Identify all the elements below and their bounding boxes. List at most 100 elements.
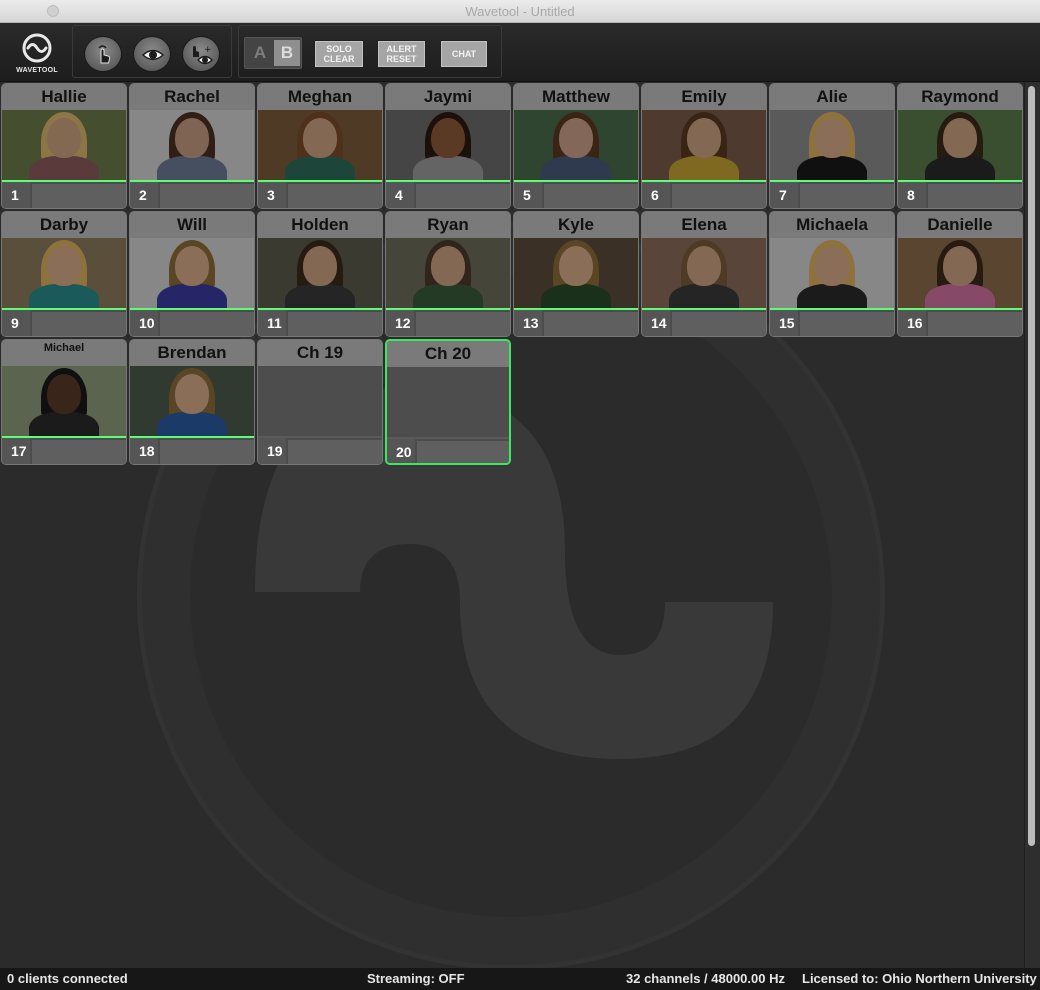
status-bar: 0 clients connected Streaming: OFF 32 ch… — [0, 968, 1040, 990]
channel-volume-bar[interactable] — [416, 312, 510, 336]
channel-name: Ryan — [386, 212, 510, 238]
photo-dim-overlay — [130, 366, 254, 436]
eye-icon — [141, 49, 165, 61]
channel-number: 9 — [2, 310, 30, 336]
channel-tile[interactable]: Will 10 — [129, 211, 255, 337]
channel-tile[interactable]: Michaela 15 — [769, 211, 895, 337]
channel-volume-bar[interactable] — [800, 312, 894, 336]
channel-tile[interactable]: Ch 20 20 — [385, 339, 511, 465]
channel-volume-bar[interactable] — [32, 184, 126, 208]
channel-volume-bar[interactable] — [928, 312, 1022, 336]
channel-footer: 6 — [642, 182, 766, 208]
channel-footer: 16 — [898, 310, 1022, 336]
channel-name: Alie — [770, 84, 894, 110]
photo-dim-overlay — [130, 110, 254, 180]
channel-volume-bar[interactable] — [160, 312, 254, 336]
channel-tile[interactable]: Elena 14 — [641, 211, 767, 337]
channel-tile[interactable]: Holden 11 — [257, 211, 383, 337]
wavetool-logo-icon — [22, 33, 52, 63]
view-mode-button[interactable] — [133, 36, 171, 72]
channel-number: 2 — [130, 182, 158, 208]
channel-photo — [770, 238, 894, 308]
channel-volume-bar[interactable] — [288, 440, 382, 464]
channel-tile[interactable]: Ryan 12 — [385, 211, 511, 337]
channel-name: Danielle — [898, 212, 1022, 238]
channel-photo — [130, 238, 254, 308]
channel-photo — [642, 110, 766, 180]
channel-tile[interactable]: Matthew 5 — [513, 83, 639, 209]
channel-number: 10 — [130, 310, 158, 336]
b-button[interactable]: B — [274, 40, 300, 66]
channel-name: Meghan — [258, 84, 382, 110]
channel-name: Rachel — [130, 84, 254, 110]
solo-clear-button[interactable]: SOLO CLEAR — [314, 40, 364, 68]
channel-tile[interactable]: Darby 9 — [1, 211, 127, 337]
channel-volume-bar[interactable] — [928, 184, 1022, 208]
channel-tile[interactable]: Kyle 13 — [513, 211, 639, 337]
channel-volume-bar[interactable] — [160, 184, 254, 208]
channel-tile[interactable]: Emily 6 — [641, 83, 767, 209]
photo-dim-overlay — [770, 110, 894, 180]
channel-footer: 4 — [386, 182, 510, 208]
channel-photo — [130, 110, 254, 180]
clients-status: 0 clients connected — [7, 971, 128, 986]
channel-volume-bar[interactable] — [288, 312, 382, 336]
channel-footer: 10 — [130, 310, 254, 336]
chat-button[interactable]: CHAT — [440, 40, 488, 68]
channel-photo — [130, 366, 254, 436]
channel-volume-bar[interactable] — [417, 441, 509, 463]
channel-number: 12 — [386, 310, 414, 336]
channel-volume-bar[interactable] — [672, 184, 766, 208]
channel-number: 8 — [898, 182, 926, 208]
channel-volume-bar[interactable] — [288, 184, 382, 208]
channel-number: 17 — [2, 438, 30, 464]
channel-number: 16 — [898, 310, 926, 336]
photo-dim-overlay — [386, 238, 510, 308]
channel-tile[interactable]: Brendan 18 — [129, 339, 255, 465]
scrollbar-thumb[interactable] — [1028, 86, 1035, 846]
channel-tile[interactable]: Meghan 3 — [257, 83, 383, 209]
channel-volume-bar[interactable] — [32, 440, 126, 464]
ab-toggle[interactable]: A B — [244, 37, 302, 69]
channel-tile[interactable]: Raymond 8 — [897, 83, 1023, 209]
channel-footer: 9 — [2, 310, 126, 336]
channel-footer: 7 — [770, 182, 894, 208]
channel-footer: 3 — [258, 182, 382, 208]
channel-tile[interactable]: Jaymi 4 — [385, 83, 511, 209]
channel-tile[interactable]: Hallie 1 — [1, 83, 127, 209]
a-button[interactable]: A — [247, 40, 273, 66]
channel-volume-bar[interactable] — [672, 312, 766, 336]
channel-number: 13 — [514, 310, 542, 336]
wavetool-logo: WAVETOOL — [14, 33, 60, 77]
channel-grid-area: Hallie 1 Rachel 2 Meghan 3 Jaymi 4 Matthew 5 Emily… — [0, 82, 1024, 968]
channel-volume-bar[interactable] — [544, 184, 638, 208]
channel-number: 14 — [642, 310, 670, 336]
touch-mode-button[interactable] — [84, 36, 122, 72]
channel-tile[interactable]: Alie 7 — [769, 83, 895, 209]
photo-dim-overlay — [386, 110, 510, 180]
channel-photo — [2, 110, 126, 180]
vertical-scrollbar[interactable] — [1024, 82, 1040, 968]
channel-footer: 20 — [387, 439, 509, 463]
channel-name: Darby — [2, 212, 126, 238]
channel-volume-bar[interactable] — [160, 440, 254, 464]
channel-volume-bar[interactable] — [416, 184, 510, 208]
touch-view-mode-button[interactable]: + — [182, 36, 220, 72]
photo-dim-overlay — [130, 238, 254, 308]
channel-volume-bar[interactable] — [800, 184, 894, 208]
channel-volume-bar[interactable] — [544, 312, 638, 336]
window-title: Wavetool - Untitled — [465, 4, 575, 19]
alert-reset-button[interactable]: ALERT RESET — [377, 40, 426, 68]
channel-footer: 18 — [130, 438, 254, 464]
channel-tile[interactable]: Rachel 2 — [129, 83, 255, 209]
channel-footer: 1 — [2, 182, 126, 208]
channel-name: Ch 20 — [387, 341, 509, 367]
channel-name: Michael — [2, 340, 126, 366]
channel-tile[interactable]: Ch 19 19 — [257, 339, 383, 465]
channel-tile[interactable]: Michael 17 — [1, 339, 127, 465]
channel-footer: 14 — [642, 310, 766, 336]
channel-volume-bar[interactable] — [32, 312, 126, 336]
channels-info: 32 channels / 48000.00 Hz — [626, 971, 785, 986]
channel-footer: 8 — [898, 182, 1022, 208]
channel-tile[interactable]: Danielle 16 — [897, 211, 1023, 337]
